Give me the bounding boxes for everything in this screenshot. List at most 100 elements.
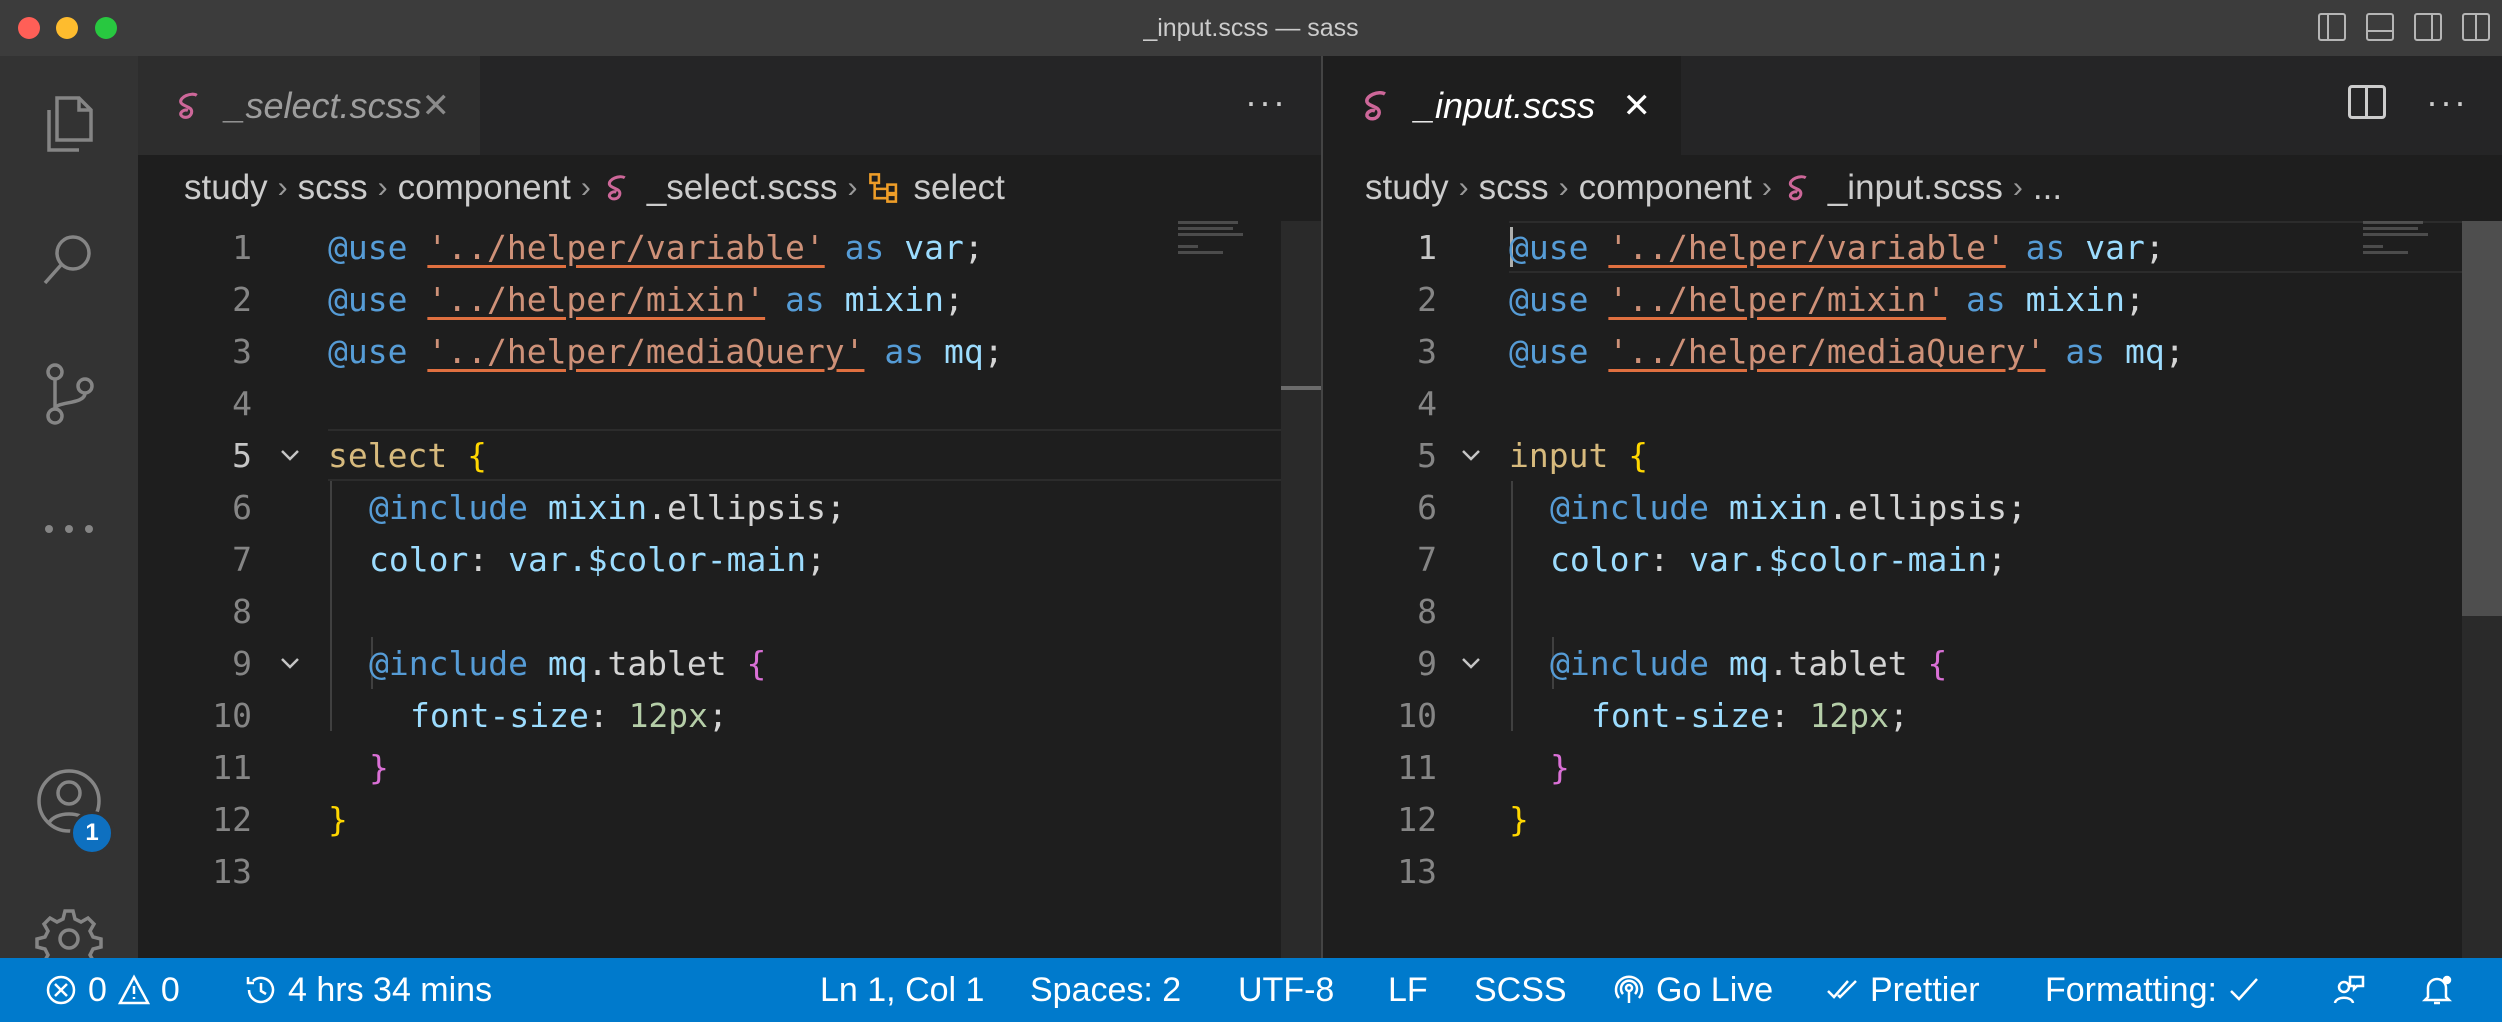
line-number: 9 [232, 643, 252, 683]
eol-status[interactable]: LF [1388, 958, 1428, 1022]
minimap-right[interactable] [2363, 221, 2463, 281]
toggle-primary-sidebar-icon[interactable] [2318, 13, 2346, 41]
source-control-icon [46, 363, 94, 425]
fold-chevron-icon[interactable] [278, 443, 302, 467]
line-number: 1 [232, 227, 252, 267]
breadcrumb-item[interactable]: _input.scss [1828, 168, 2003, 208]
breadcrumb-item[interactable]: component [398, 168, 571, 208]
fold-chevron-icon[interactable] [278, 651, 302, 675]
tab-input-scss[interactable]: _input.scss ✕ [1323, 56, 1681, 155]
search-button[interactable] [0, 209, 138, 309]
customize-layout-icon[interactable] [2462, 13, 2490, 41]
code-editor-left[interactable]: 1 @use '../helper/variable' as var; 2 @u… [138, 221, 1321, 958]
language-mode-status[interactable]: SCSS [1474, 958, 1567, 1022]
chevron-right-icon: › [377, 171, 388, 204]
breadcrumb-item[interactable]: component [1579, 168, 1752, 208]
breadcrumb-item[interactable]: _select.scss [647, 168, 838, 208]
eol-label: LF [1388, 970, 1428, 1009]
fold-chevron-icon[interactable] [1459, 651, 1483, 675]
breadcrumb-item[interactable]: study [184, 168, 268, 208]
breadcrumb-right: study › scss › component › _input.scss ›… [1323, 155, 2502, 221]
minimap-left[interactable] [1178, 221, 1278, 281]
title-bar: _input.scss — sass [0, 0, 2502, 56]
line-number: 13 [212, 851, 252, 891]
line-number: 5 [1417, 435, 1437, 475]
line-number: 7 [1417, 539, 1437, 579]
scrollbar-left[interactable] [1281, 221, 1321, 958]
error-count: 0 [88, 970, 107, 1009]
encoding-label: UTF-8 [1238, 970, 1335, 1009]
line-number: 4 [232, 383, 252, 423]
notifications-button[interactable] [2420, 958, 2454, 1022]
double-check-icon [1827, 980, 1857, 999]
fold-chevron-icon[interactable] [1459, 443, 1483, 467]
accounts-button[interactable]: 1 [0, 751, 138, 855]
line-number: 7 [232, 539, 252, 579]
more-views-button[interactable] [0, 479, 138, 579]
breadcrumb-item[interactable]: scss [298, 168, 368, 208]
sass-file-icon [1788, 175, 1807, 201]
sass-file-icon [179, 92, 198, 119]
breadcrumb-item[interactable]: study [1365, 168, 1449, 208]
line-number: 13 [1397, 851, 1437, 891]
indentation-status[interactable]: Spaces: 2 [1030, 958, 1181, 1022]
chevron-right-icon: › [277, 171, 288, 204]
source-control-button[interactable] [0, 344, 138, 444]
broadcast-icon [1614, 975, 1644, 1003]
line-number: 5 [232, 435, 252, 475]
time-tracker-status[interactable]: 4 hrs 34 mins [244, 958, 492, 1022]
line-number: 9 [1417, 643, 1437, 683]
line-number: 1 [1417, 227, 1437, 267]
error-icon [46, 975, 76, 1005]
status-bar: 0 0 4 hrs 34 mins Ln 1, Col 1 Spaces: 2 … [0, 958, 2502, 1022]
line-number: 8 [232, 591, 252, 631]
scrollbar-thumb[interactable] [1281, 386, 1321, 390]
split-editor-icon[interactable] [2348, 85, 2387, 119]
explorer-button[interactable] [0, 74, 138, 174]
close-tab-icon[interactable]: ✕ [1623, 86, 1652, 126]
more-icon [45, 525, 93, 533]
line-number: 3 [1417, 331, 1437, 371]
formatting-status[interactable]: Formatting: [2045, 958, 2261, 1022]
problems-status[interactable]: 0 0 [44, 958, 180, 1022]
indent-guide [330, 481, 332, 731]
warning-count: 0 [160, 970, 180, 1009]
tab-strip-right: _input.scss ✕ ··· [1323, 56, 2502, 155]
breadcrumb-item[interactable]: select [913, 168, 1004, 208]
toggle-secondary-sidebar-icon[interactable] [2414, 13, 2442, 41]
bell-icon [2421, 975, 2453, 1005]
chevron-right-icon: › [847, 171, 858, 204]
breadcrumb-item[interactable]: ... [2033, 168, 2062, 208]
line-number: 12 [1397, 799, 1437, 839]
history-clock-icon [246, 976, 275, 1004]
editor-group-right: _input.scss ✕ ··· study › scss › compone… [1323, 56, 2502, 958]
breadcrumb-item[interactable]: scss [1479, 168, 1549, 208]
search-icon [43, 235, 91, 285]
activity-bar: 1 [0, 56, 138, 975]
line-number: 2 [1417, 279, 1437, 319]
feedback-button[interactable] [2332, 958, 2366, 1022]
more-actions-icon[interactable]: ··· [2426, 84, 2468, 120]
chevron-right-icon: › [1761, 171, 1772, 204]
prettier-status[interactable]: Prettier [1826, 958, 1980, 1022]
formatting-label: Formatting: [2045, 970, 2217, 1009]
chevron-right-icon: › [2012, 171, 2023, 204]
more-actions-icon[interactable]: ··· [1245, 84, 1287, 120]
scrollbar-thumb[interactable] [2462, 221, 2502, 616]
selector-symbol-icon [869, 173, 898, 203]
toggle-panel-icon[interactable] [2366, 13, 2394, 41]
chevron-right-icon: › [1458, 171, 1469, 204]
tab-select-scss[interactable]: _select.scss ✕ [138, 56, 480, 155]
line-number: 6 [232, 487, 252, 527]
line-number: 10 [1397, 695, 1437, 735]
tab-strip-left: _select.scss ✕ ··· [138, 56, 1321, 155]
encoding-status[interactable]: UTF-8 [1238, 958, 1334, 1022]
code-editor-right[interactable]: 1 @use '../helper/variable' as var; 2 @u… [1323, 221, 2502, 958]
go-live-button[interactable]: Go Live [1612, 958, 1773, 1022]
line-number: 4 [1417, 383, 1437, 423]
window-title: _input.scss — sass [1143, 14, 1359, 42]
scrollbar-right[interactable] [2462, 221, 2502, 958]
close-tab-icon[interactable]: ✕ [422, 86, 451, 126]
cursor-position-status[interactable]: Ln 1, Col 1 [820, 958, 984, 1022]
cursor-position-label: Ln 1, Col 1 [820, 970, 985, 1009]
